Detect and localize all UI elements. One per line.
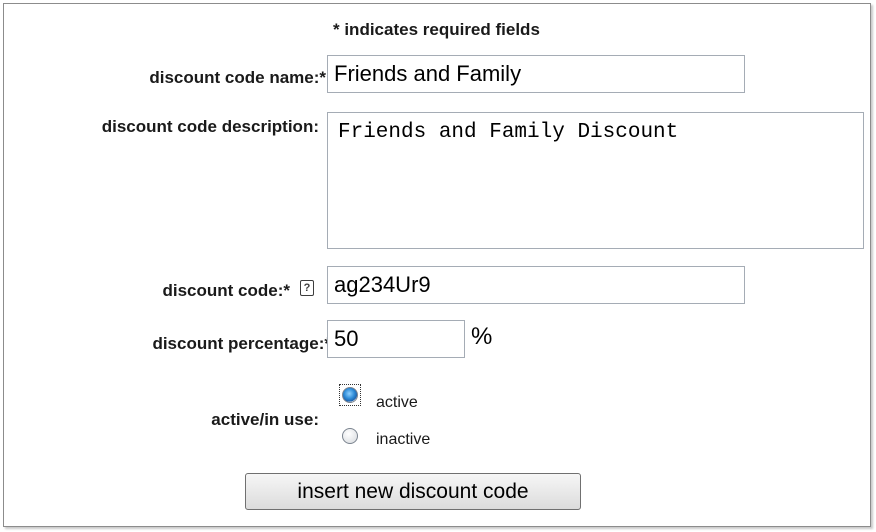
insert-new-discount-code-button[interactable]: insert new discount code	[245, 473, 581, 510]
discount-code-description-label: discount code description:	[101, 117, 319, 136]
discount-code-description-textarea[interactable]: Friends and Family Discount	[327, 112, 864, 249]
discount-code-input[interactable]	[327, 266, 745, 304]
active-radio[interactable]	[342, 387, 358, 403]
discount-code-label: discount code:*	[162, 281, 290, 300]
active-radio-label[interactable]: active	[376, 394, 418, 412]
discount-percentage-label: discount percentage:*	[152, 334, 331, 353]
discount-code-name-label: discount code name:*	[149, 68, 326, 87]
active-in-use-label: active/in use:	[211, 410, 319, 429]
inactive-radio-label[interactable]: inactive	[376, 431, 430, 449]
inactive-radio[interactable]	[342, 428, 358, 444]
required-fields-note: * indicates required fields	[333, 20, 540, 39]
discount-code-name-input[interactable]	[327, 55, 745, 93]
discount-percentage-input[interactable]	[327, 320, 465, 358]
percent-sign: %	[471, 323, 493, 350]
help-icon[interactable]: ?	[300, 280, 314, 296]
